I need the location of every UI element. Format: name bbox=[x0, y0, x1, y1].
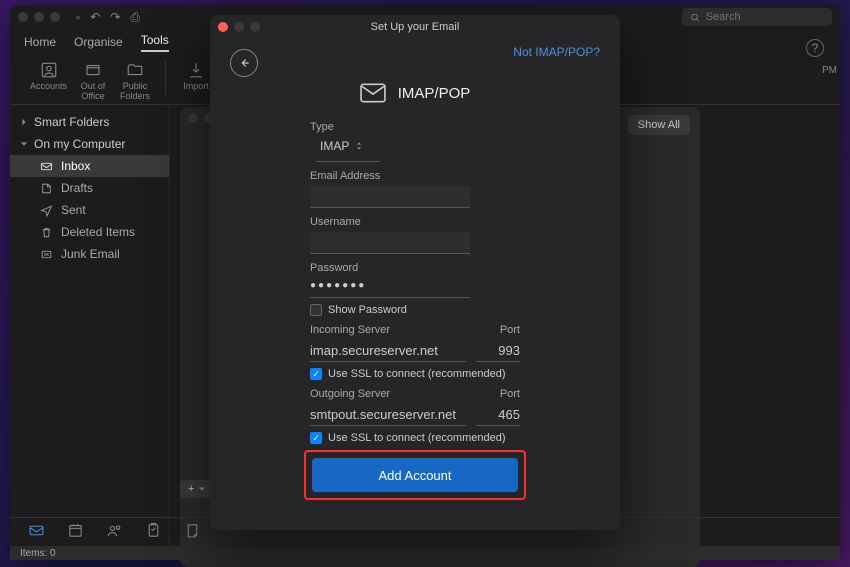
outgoing-port-input[interactable] bbox=[476, 404, 520, 426]
incoming-ssl-label: Use SSL to connect (recommended) bbox=[328, 368, 506, 380]
redo-icon[interactable]: ↷ bbox=[110, 10, 120, 25]
back-button[interactable] bbox=[230, 49, 258, 77]
mail-tab[interactable] bbox=[28, 522, 45, 544]
public-folders-button[interactable]: Public Folders bbox=[119, 61, 151, 101]
setup-email-modal: Set Up your Email Not IMAP/POP? IMAP/POP… bbox=[210, 15, 620, 530]
sidebar-item-drafts[interactable]: Drafts bbox=[10, 177, 169, 199]
sidebar-item-deleted[interactable]: Deleted Items bbox=[10, 221, 169, 243]
outgoing-server-input[interactable] bbox=[310, 404, 466, 426]
folder-icon bbox=[126, 61, 144, 79]
tab-tools[interactable]: Tools bbox=[141, 33, 169, 52]
password-input[interactable]: ●●●●●●● bbox=[310, 280, 470, 298]
drafts-icon bbox=[40, 182, 53, 195]
outgoing-ssl-checkbox[interactable] bbox=[310, 432, 322, 444]
email-label: Email Address bbox=[310, 170, 520, 182]
sidebar-item-junk[interactable]: Junk Email bbox=[10, 243, 169, 265]
incoming-port-input[interactable] bbox=[476, 340, 520, 362]
port-label: Port bbox=[476, 324, 520, 336]
outgoing-ssl-label: Use SSL to connect (recommended) bbox=[328, 432, 506, 444]
incoming-ssl-checkbox[interactable] bbox=[310, 368, 322, 380]
help-button[interactable]: ? bbox=[806, 39, 824, 57]
traffic-lights[interactable] bbox=[18, 12, 60, 22]
add-account-highlight: Add Account bbox=[304, 450, 526, 500]
chevron-down-icon bbox=[20, 140, 28, 148]
ooo-icon bbox=[84, 61, 102, 79]
print-icon[interactable]: ⎙ bbox=[130, 10, 140, 25]
calendar-tab[interactable] bbox=[67, 522, 84, 544]
junk-icon bbox=[40, 248, 53, 261]
search-box[interactable] bbox=[682, 8, 832, 26]
sent-icon bbox=[40, 204, 53, 217]
status-bar: Items: 0 bbox=[10, 546, 840, 560]
sidebar-item-inbox[interactable]: Inbox bbox=[10, 155, 169, 177]
notes-tab[interactable] bbox=[184, 522, 201, 544]
show-all-button[interactable]: Show All bbox=[628, 115, 690, 135]
search-input[interactable] bbox=[706, 11, 824, 23]
incoming-server-input[interactable] bbox=[310, 340, 466, 362]
save-icon[interactable]: ▫ bbox=[76, 10, 80, 25]
sort-icon bbox=[355, 141, 363, 151]
type-label: Type bbox=[310, 121, 520, 133]
clock: PM bbox=[822, 65, 837, 76]
tasks-icon bbox=[145, 522, 162, 539]
undo-icon[interactable]: ↶ bbox=[90, 10, 100, 25]
import-icon bbox=[187, 61, 205, 79]
sidebar-item-sent[interactable]: Sent bbox=[10, 199, 169, 221]
email-input[interactable] bbox=[310, 186, 470, 208]
smart-folders-header[interactable]: Smart Folders bbox=[10, 111, 169, 133]
username-input[interactable] bbox=[310, 232, 470, 254]
calendar-icon bbox=[67, 522, 84, 539]
person-icon bbox=[40, 61, 58, 79]
inbox-icon bbox=[40, 160, 53, 173]
trash-icon bbox=[40, 226, 53, 239]
search-icon bbox=[690, 12, 700, 23]
modal-title: Set Up your Email bbox=[210, 21, 620, 33]
accounts-button[interactable]: Accounts bbox=[30, 61, 67, 101]
port-label-2: Port bbox=[476, 388, 520, 400]
username-label: Username bbox=[310, 216, 520, 228]
chevron-right-icon bbox=[20, 118, 28, 126]
ooo-button[interactable]: Out of Office bbox=[77, 61, 109, 101]
show-password-checkbox[interactable] bbox=[310, 304, 322, 316]
item-count: Items: 0 bbox=[20, 548, 56, 559]
add-account-button[interactable]: Add Account bbox=[312, 458, 518, 492]
outgoing-label: Outgoing Server bbox=[310, 388, 466, 400]
show-password-label: Show Password bbox=[328, 304, 407, 316]
type-select[interactable]: IMAP bbox=[320, 139, 380, 157]
import-button[interactable]: Import bbox=[180, 61, 212, 91]
chevron-down-icon bbox=[198, 485, 206, 493]
people-icon bbox=[106, 522, 123, 539]
not-imap-link[interactable]: Not IMAP/POP? bbox=[513, 45, 600, 59]
mail-icon bbox=[28, 522, 45, 539]
tab-organise[interactable]: Organise bbox=[74, 35, 123, 49]
people-tab[interactable] bbox=[106, 522, 123, 544]
notes-icon bbox=[184, 522, 201, 539]
arrow-left-icon bbox=[237, 56, 251, 70]
tasks-tab[interactable] bbox=[145, 522, 162, 544]
on-my-computer-header[interactable]: On my Computer bbox=[10, 133, 169, 155]
password-label: Password bbox=[310, 262, 520, 274]
incoming-label: Incoming Server bbox=[310, 324, 466, 336]
tab-home[interactable]: Home bbox=[24, 35, 56, 49]
